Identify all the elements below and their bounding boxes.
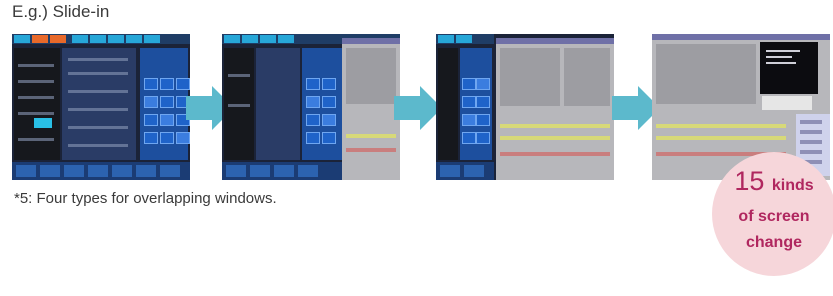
page-heading: E.g.) Slide-in <box>12 2 110 21</box>
screenshot-frame-1 <box>12 34 190 180</box>
screenshot-frame-2 <box>222 34 400 180</box>
screenshot-frame-3 <box>436 34 614 180</box>
screenshot-frame-4 <box>652 34 830 180</box>
badge-number: 15 <box>734 166 765 196</box>
overlapping-window <box>496 38 614 180</box>
screen-change-badge: 15 kinds of screen change <box>712 152 833 276</box>
badge-unit: kinds <box>771 177 814 194</box>
footnote: *5: Four types for overlapping windows. <box>14 190 277 207</box>
right-arrow-icon <box>394 86 442 130</box>
badge-line-3: change <box>745 234 802 251</box>
frame-top-bar <box>12 34 190 44</box>
overlapping-window <box>342 38 400 180</box>
badge-line-2: of screen <box>738 208 810 225</box>
frame-bottom-bar <box>12 162 190 180</box>
popup-window <box>760 42 818 94</box>
